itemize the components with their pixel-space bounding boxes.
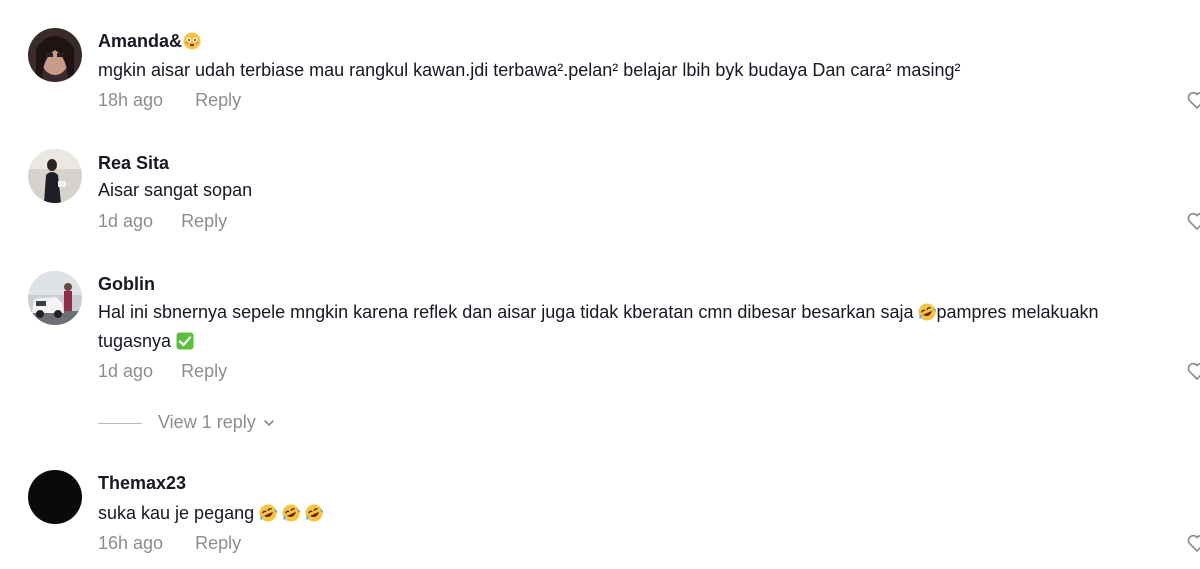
divider <box>98 422 142 424</box>
chevron-down-icon <box>263 420 274 427</box>
reply-button[interactable]: Reply <box>195 90 241 111</box>
rolling-on-floor-laughing-emoji <box>259 504 278 522</box>
reply-button[interactable]: Reply <box>195 533 241 554</box>
heart-outline-icon[interactable] <box>1186 210 1200 232</box>
heart-outline-icon[interactable] <box>1186 532 1200 554</box>
comment-text: suka kau je pegang <box>98 499 324 528</box>
check-mark-button-emoji <box>176 332 194 350</box>
comment-meta: 16h ago Reply <box>98 533 241 554</box>
comment-username[interactable]: Goblin <box>98 274 155 295</box>
comment-time: 1d ago <box>98 361 154 381</box>
comment-username[interactable]: Amanda& <box>98 31 201 52</box>
comment-meta: 1d ago Reply <box>98 211 227 232</box>
avatar[interactable] <box>28 149 82 203</box>
rolling-on-floor-laughing-emoji <box>305 504 324 522</box>
heart-outline-icon[interactable] <box>1186 89 1200 111</box>
comment-time: 1d ago <box>98 211 154 231</box>
view-replies-button[interactable]: View 1 reply <box>98 412 276 433</box>
comment-text: Hal ini sbnernya sepele mngkin karena re… <box>98 302 1099 351</box>
comment-meta: 1d ago Reply <box>98 361 227 382</box>
comment-username[interactable]: Themax23 <box>98 473 186 494</box>
avatar[interactable] <box>28 470 82 524</box>
comment-time: 18h ago <box>98 90 164 110</box>
comment-meta: 18h ago Reply <box>98 90 241 111</box>
avatar[interactable] <box>28 271 82 325</box>
comment-time: 16h ago <box>98 533 164 553</box>
heart-outline-icon[interactable] <box>1186 360 1200 382</box>
comment-username[interactable]: Rea Sita <box>98 153 169 174</box>
rolling-on-floor-laughing-emoji <box>282 504 301 522</box>
avatar[interactable] <box>28 28 82 82</box>
comment-text: Aisar sangat sopan <box>98 180 253 200</box>
reply-button[interactable]: Reply <box>181 361 227 382</box>
comment-text: mgkin aisar udah terbiase mau rangkul ka… <box>98 60 961 80</box>
reply-button[interactable]: Reply <box>181 211 227 232</box>
view-replies-label: View 1 reply <box>158 412 256 432</box>
flushed-face-emoji <box>183 32 201 50</box>
rolling-on-floor-laughing-emoji <box>918 303 937 321</box>
